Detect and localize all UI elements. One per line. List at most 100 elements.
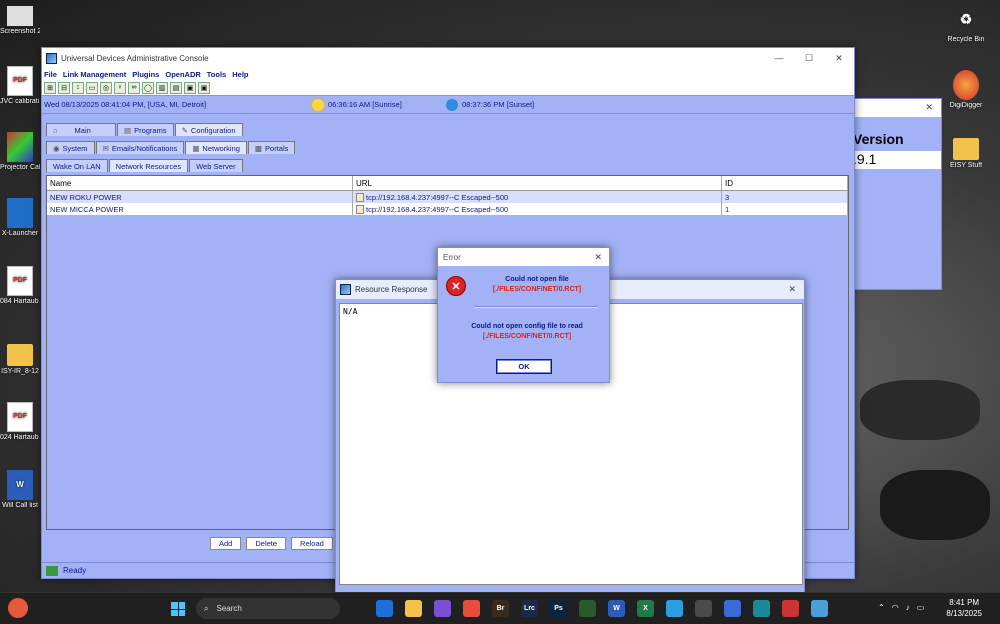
sun-icon xyxy=(312,98,324,111)
table-header: Name URL ID xyxy=(47,176,848,191)
menu-help[interactable]: Help xyxy=(232,70,248,79)
widgets-icon[interactable] xyxy=(8,598,28,618)
close-icon[interactable]: ✕ xyxy=(594,252,602,263)
table-row[interactable]: NEW ROKU POWER tcp://192.168.4.237:4997-… xyxy=(47,191,848,203)
desktop-icon[interactable]: PDF JVC calibrati... xyxy=(0,66,40,106)
menu-openadr[interactable]: OpenADR xyxy=(165,70,200,79)
sunrise-text: 06:36:16 AM [Sunrise] xyxy=(328,100,402,109)
bulb-icon[interactable]: ♀ xyxy=(114,81,126,94)
tab-networking[interactable]: ▦ Networking xyxy=(185,141,247,154)
tab-web-server[interactable]: Web Server xyxy=(189,159,243,172)
tab-system[interactable]: ◉ System xyxy=(46,141,95,154)
desktop-icon[interactable]: PDF 084 Hartaub Form 104... xyxy=(0,266,40,306)
folder-icon[interactable]: ▭ xyxy=(86,81,98,94)
close-icon[interactable]: ✕ xyxy=(925,102,933,113)
version-label: Version xyxy=(853,131,904,147)
notepad-icon[interactable] xyxy=(753,600,770,617)
snipping-icon[interactable] xyxy=(782,600,799,617)
bridge-icon[interactable]: Br xyxy=(492,600,509,617)
close-icon[interactable]: ✕ xyxy=(788,284,796,295)
app-icon xyxy=(7,198,33,228)
column-header-id[interactable]: ID xyxy=(722,176,848,190)
file-icon xyxy=(356,192,364,202)
monitor2-icon[interactable]: ▣ xyxy=(198,81,210,94)
background-window-titlebar[interactable]: ✕ xyxy=(849,99,941,117)
expand-icon[interactable]: ⊞ xyxy=(44,81,56,94)
link-icon[interactable]: ∞ xyxy=(128,81,140,94)
sort-icon[interactable]: ↕ xyxy=(72,81,84,94)
tab-main[interactable]: ⌂ Main xyxy=(46,123,116,136)
doc-icon[interactable]: ▤ xyxy=(170,81,182,94)
desktop-icon[interactable]: EISY Stuff xyxy=(946,132,986,170)
battery-icon[interactable]: ▭ xyxy=(917,603,925,612)
calculator-icon[interactable] xyxy=(695,600,712,617)
background-window[interactable]: ✕ Version .9.1 xyxy=(848,98,942,290)
cell-url: tcp://192.168.4.237:4997--C Escaped--500 xyxy=(353,203,722,215)
app-icon[interactable] xyxy=(666,600,683,617)
tab-portals[interactable]: ▩ Portals xyxy=(247,141,296,154)
tab-configuration[interactable]: ✎ Configuration xyxy=(174,123,243,136)
copilot-icon[interactable] xyxy=(434,600,451,617)
desktop-icon[interactable]: DigiDigger xyxy=(946,70,986,110)
error-dialog[interactable]: Error ✕ ✕ Could not open file [./FILES/C… xyxy=(437,247,610,383)
desktop-icon[interactable]: ♻ Recycle Bin xyxy=(946,4,986,44)
wifi-icon[interactable]: ◠ xyxy=(892,603,899,612)
monitor-icon[interactable]: ▣ xyxy=(184,81,196,94)
tab-emails[interactable]: ✉ Emails/Notifications xyxy=(95,141,185,154)
cell-id: 3 xyxy=(722,191,848,203)
circle-icon[interactable]: ◯ xyxy=(142,81,154,94)
add-button[interactable]: Add xyxy=(210,537,242,550)
reload-button[interactable]: Reload xyxy=(291,537,333,550)
word-icon: W xyxy=(7,470,33,500)
photoshop-icon[interactable]: Ps xyxy=(550,600,567,617)
tab-network-resources[interactable]: Network Resources xyxy=(108,159,189,172)
delete-button[interactable]: Delete xyxy=(246,537,287,550)
ok-button[interactable]: OK xyxy=(496,359,552,374)
volume-icon[interactable]: ♪ xyxy=(906,603,910,612)
desktop-icon[interactable]: Screenshot 2025-07-... xyxy=(0,6,40,36)
taskbar: ⌕ Search Br Lrc Ps W X ⌃ ◠ ♪ ▭ 8:41 PM 8/13/2… xyxy=(0,592,1000,624)
start-button[interactable] xyxy=(171,602,185,616)
excel-icon[interactable]: X xyxy=(637,600,654,617)
network-tabs: Wake On LAN Network Resources Web Server xyxy=(46,159,244,172)
globe-icon[interactable]: ◎ xyxy=(100,81,112,94)
table-row[interactable]: NEW MICCA POWER tcp://192.168.4.237:4997… xyxy=(47,203,848,215)
menubar: File Link Management Plugins OpenADR Too… xyxy=(42,68,854,80)
desktop-icon[interactable]: PDF 024 Hartaub 1099 Forms xyxy=(0,402,40,442)
column-header-name[interactable]: Name xyxy=(47,176,353,190)
column-header-url[interactable]: URL xyxy=(353,176,722,190)
menu-plugins[interactable]: Plugins xyxy=(132,70,159,79)
close-icon[interactable]: ✕ xyxy=(824,53,854,64)
chart-icon[interactable]: ▥ xyxy=(156,81,168,94)
clock[interactable]: 8:41 PM 8/13/2025 xyxy=(946,597,982,619)
chrome-icon[interactable] xyxy=(463,600,480,617)
lightroom-icon[interactable]: Lrc xyxy=(521,600,538,617)
chevron-up-icon[interactable]: ⌃ xyxy=(878,603,885,612)
minimize-icon[interactable]: — xyxy=(764,53,794,64)
error-titlebar[interactable]: Error ✕ xyxy=(438,248,609,266)
word-icon[interactable]: W xyxy=(608,600,625,617)
menu-file[interactable]: File xyxy=(44,70,57,79)
app-icon xyxy=(7,132,33,162)
taskbar-search[interactable]: ⌕ Search xyxy=(196,598,340,619)
app-icon[interactable] xyxy=(579,600,596,617)
network-icon[interactable] xyxy=(724,600,741,617)
main-titlebar[interactable]: Universal Devices Administrative Console… xyxy=(42,48,854,68)
menu-link-management[interactable]: Link Management xyxy=(63,70,126,79)
status-text: Ready xyxy=(63,566,87,575)
desktop-icon[interactable]: W Will Call list xyxy=(0,470,40,510)
file-explorer-icon[interactable] xyxy=(376,600,393,617)
folder-icon[interactable] xyxy=(405,600,422,617)
menu-tools[interactable]: Tools xyxy=(207,70,226,79)
toolbar: ⊞ ⊟ ↕ ▭ ◎ ♀ ∞ ◯ ▥ ▤ ▣ ▣ xyxy=(42,80,854,96)
tab-wake-on-lan[interactable]: Wake On LAN xyxy=(46,159,108,172)
desktop-icon[interactable]: X-Launcher xyxy=(0,198,40,238)
desktop-icon[interactable]: Projector Calibratio... xyxy=(0,132,40,172)
admin-console-icon[interactable] xyxy=(811,600,828,617)
desktop-icon[interactable]: ISY-IR_8-12 xyxy=(0,338,40,376)
collapse-icon[interactable]: ⊟ xyxy=(58,81,70,94)
tab-programs[interactable]: ▤ Programs xyxy=(117,123,174,136)
maximize-icon[interactable]: ☐ xyxy=(794,53,824,64)
config-tabs: ◉ System ✉ Emails/Notifications ▦ Networkin… xyxy=(46,141,296,154)
error-line-2: [./FILES/CONF/NET/0.RCT] xyxy=(492,286,582,293)
